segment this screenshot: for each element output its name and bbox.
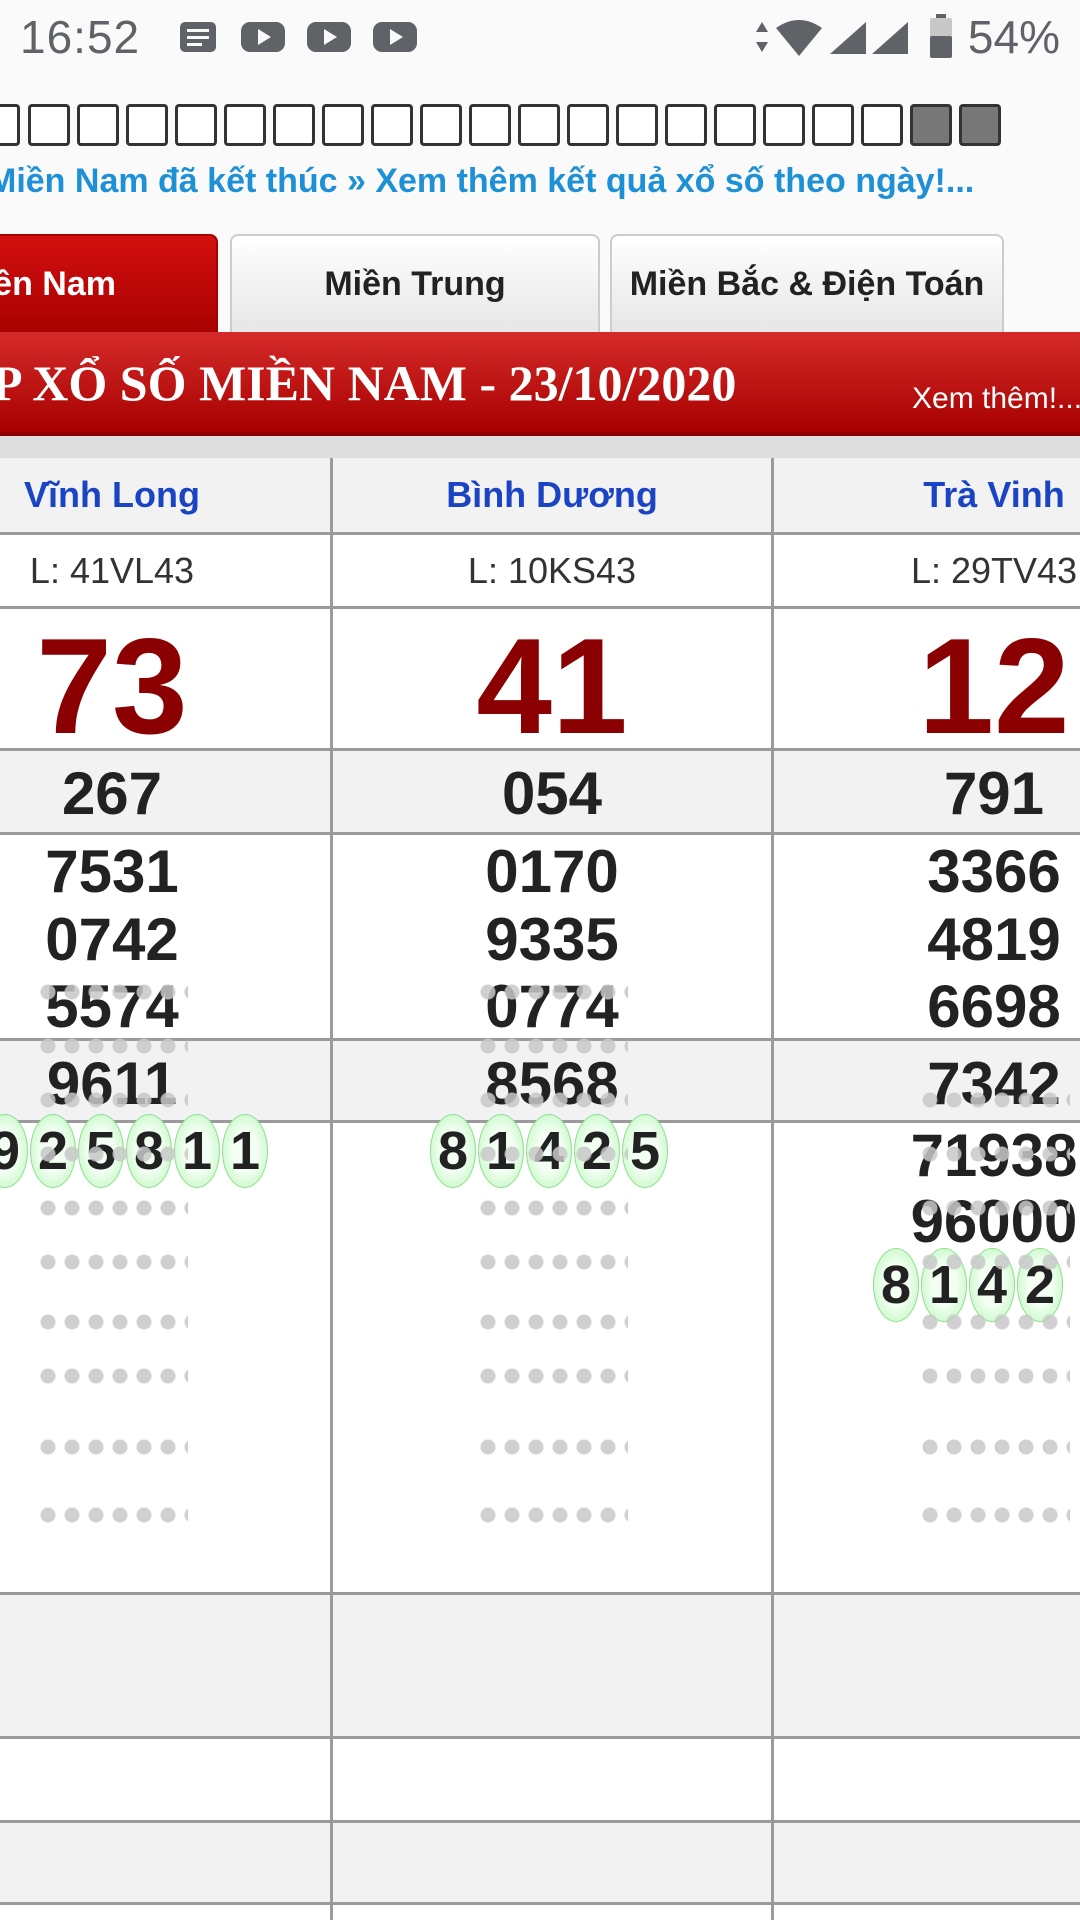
prize-6: 9335 xyxy=(485,906,619,973)
data-arrows-icon xyxy=(756,22,768,52)
prize-8: 73 xyxy=(36,610,188,762)
digit-bubble: 1 xyxy=(222,1114,268,1188)
results-banner: P XỔ SỐ MIỀN NAM - 23/10/2020 Xem thêm!.… xyxy=(0,332,1080,436)
loading-placeholder xyxy=(476,1431,628,1463)
battery-percent: 54% xyxy=(967,11,1060,63)
loading-placeholder xyxy=(918,1360,1070,1392)
prize-7: 054 xyxy=(501,760,603,827)
loading-placeholder xyxy=(918,1192,1070,1224)
loading-placeholder xyxy=(36,1030,188,1062)
prize-6: 4819 xyxy=(927,906,1061,973)
loading-placeholder xyxy=(476,1030,628,1062)
battery-icon xyxy=(930,14,952,58)
digit-bubble: 8 xyxy=(430,1114,476,1188)
youtube-icon xyxy=(307,22,351,52)
digit-bubble: 8 xyxy=(873,1248,919,1322)
loading-placeholder xyxy=(918,1084,1070,1116)
banner-title: P XỔ SỐ MIỀN NAM - 23/10/2020 xyxy=(0,355,737,411)
province-binh-duong[interactable]: Bình Dương xyxy=(333,474,771,516)
loading-placeholder xyxy=(476,1246,628,1278)
youtube-icon xyxy=(241,22,285,52)
glyph-placeholder-row xyxy=(0,104,1080,150)
see-more-link[interactable]: Xem thêm!... xyxy=(912,382,1080,416)
prize-6: 7531 xyxy=(45,838,179,905)
ticket-code: L: 41VL43 xyxy=(29,550,195,591)
loading-placeholder xyxy=(36,1306,188,1338)
loading-placeholder xyxy=(476,1499,628,1531)
signal-icon xyxy=(872,22,908,54)
loading-placeholder xyxy=(476,1192,628,1224)
province-vinh-long[interactable]: Vĩnh Long xyxy=(0,474,224,516)
loading-placeholder xyxy=(918,1499,1070,1531)
loading-placeholder xyxy=(476,976,628,1008)
youtube-icon xyxy=(373,22,417,52)
loading-placeholder xyxy=(36,976,188,1008)
loading-placeholder xyxy=(36,1138,188,1170)
province-tra-vinh[interactable]: Trà Vinh xyxy=(774,474,1080,516)
loading-placeholder xyxy=(918,1246,1070,1278)
prize-6: 0170 xyxy=(485,838,619,905)
ticket-code: L: 29TV43 xyxy=(910,550,1078,591)
loading-placeholder xyxy=(36,1246,188,1278)
status-bar: 16:52 54% xyxy=(0,0,1080,76)
results-table: Vĩnh Long L: 41VL43 73 267 7531 0742 557… xyxy=(0,458,1080,1920)
ticket-code: L: 10KS43 xyxy=(467,550,637,591)
wifi-icon xyxy=(776,20,822,56)
loading-placeholder xyxy=(918,1431,1070,1463)
tab-mien-trung[interactable]: Miền Trung xyxy=(230,234,600,332)
loading-placeholder xyxy=(476,1306,628,1338)
news-icon xyxy=(180,22,216,52)
loading-placeholder xyxy=(918,1306,1070,1338)
divider xyxy=(0,436,1080,458)
loading-placeholder xyxy=(918,1138,1070,1170)
prize-6: 3366 xyxy=(927,838,1061,905)
prize-6: 6698 xyxy=(927,973,1061,1040)
loading-placeholder xyxy=(36,1192,188,1224)
tab-mien-bac-dien-toan[interactable]: Miền Bắc & Điện Toán xyxy=(610,234,1004,332)
digit-bubble: 9 xyxy=(0,1114,28,1188)
loading-placeholder xyxy=(476,1138,628,1170)
loading-placeholder xyxy=(36,1431,188,1463)
status-time: 16:52 xyxy=(20,11,141,63)
prize-8: 12 xyxy=(918,610,1070,762)
marquee-link[interactable]: Miền Nam đã kết thúc » Xem thêm kết quả … xyxy=(0,162,1080,201)
digit-bubble: 5 xyxy=(622,1114,668,1188)
prize-6: 0742 xyxy=(45,906,179,973)
loading-placeholder xyxy=(36,1084,188,1116)
prize-8: 41 xyxy=(476,610,628,762)
loading-placeholder xyxy=(476,1084,628,1116)
loading-placeholder xyxy=(476,1360,628,1392)
loading-placeholder xyxy=(36,1360,188,1392)
tab-mien-nam[interactable]: ền Nam xyxy=(0,234,218,332)
prize-7: 791 xyxy=(943,760,1045,827)
loading-placeholder xyxy=(36,1499,188,1531)
signal-icon xyxy=(830,22,866,54)
prize-7: 267 xyxy=(61,760,163,827)
